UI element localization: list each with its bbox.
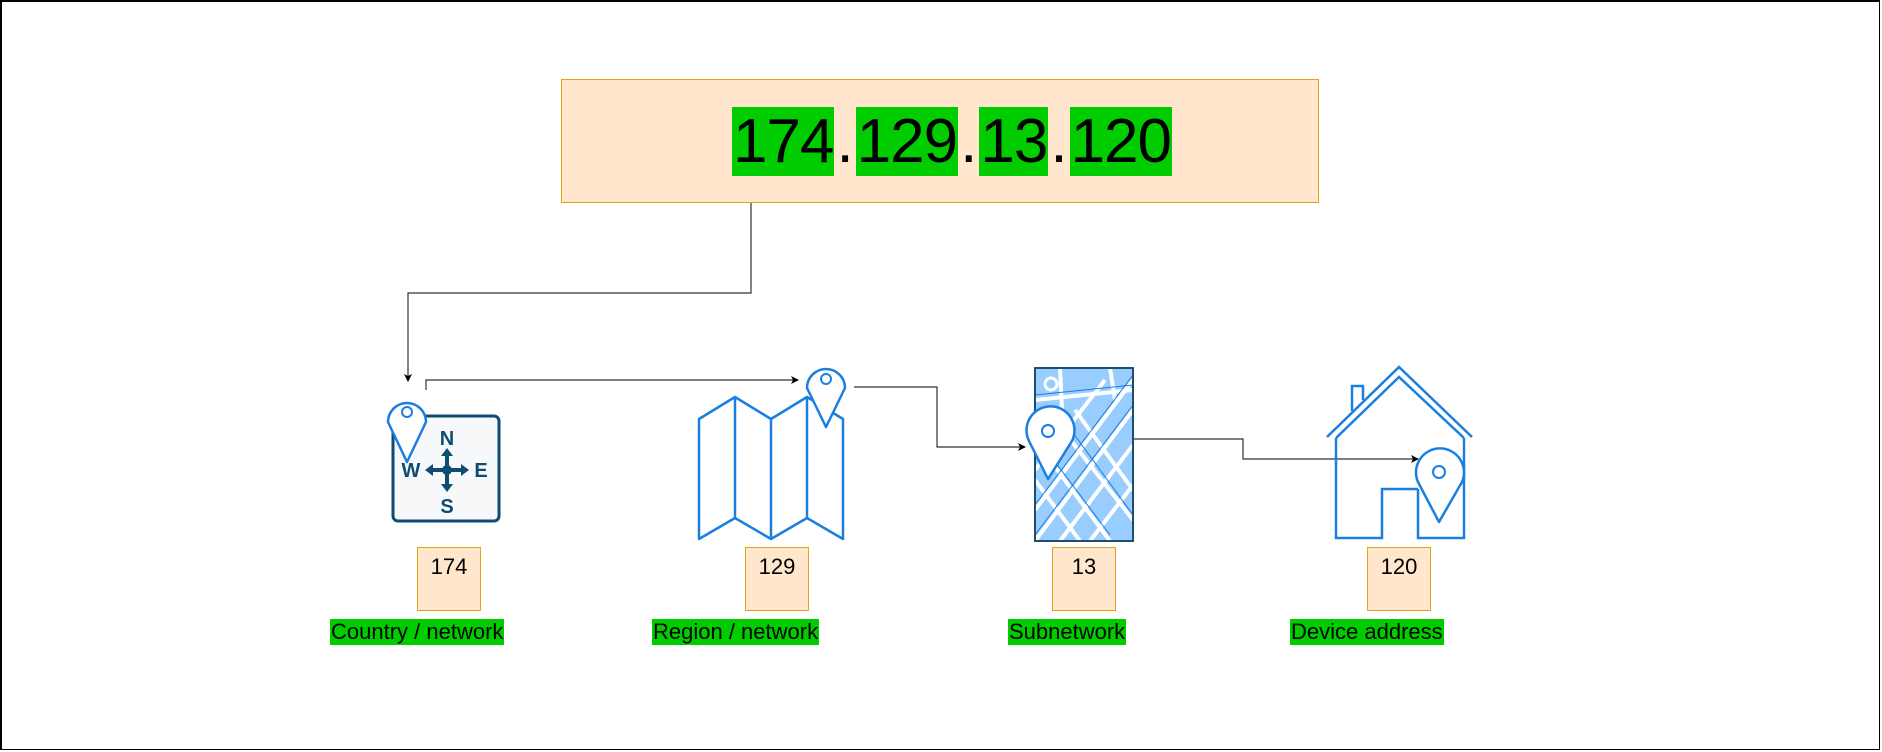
device-label: Device address <box>1290 619 1444 645</box>
ip-separator: . <box>960 107 978 176</box>
compass-w: W <box>402 460 421 482</box>
device-value-box: 120 <box>1367 547 1431 611</box>
ip-separator: . <box>836 107 854 176</box>
country-label: Country / network <box>330 619 505 645</box>
connector-ip-to-country <box>404 203 752 382</box>
ip-octet-1: 174 <box>732 107 834 176</box>
subnet-label: Subnetwork <box>1008 619 1127 645</box>
subnet-value-box: 13 <box>1052 547 1116 611</box>
connector-country-to-region <box>425 376 799 390</box>
ip-octet-3: 13 <box>979 107 1049 176</box>
region-value-box: 129 <box>745 547 809 611</box>
compass-e: E <box>474 460 487 482</box>
compass-n: N <box>440 428 454 450</box>
region-label: Region / network <box>652 619 820 645</box>
compass-s: S <box>440 496 453 518</box>
connector-region-to-subnet <box>854 386 1026 451</box>
ip-address: 174 . 129 . 13 . 120 <box>732 107 1172 176</box>
ip-separator: . <box>1050 107 1068 176</box>
location-pin-icon-device <box>1414 447 1466 524</box>
country-value-box: 174 <box>417 547 481 611</box>
ip-octet-4: 120 <box>1069 107 1172 176</box>
ip-octet-2: 129 <box>855 107 958 176</box>
